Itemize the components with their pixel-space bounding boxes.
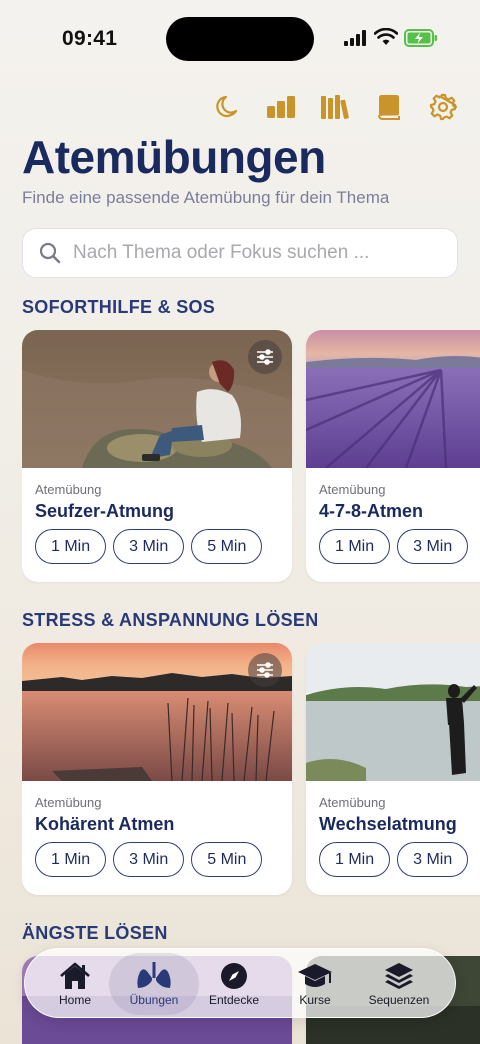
filter-button[interactable] bbox=[248, 340, 282, 374]
battery-charging-icon bbox=[404, 29, 437, 47]
dynamic-island bbox=[166, 17, 314, 61]
card-image-woman-on-rock bbox=[22, 330, 292, 468]
section-title-stress: STRESS & ANSPANNUNG LÖSEN bbox=[22, 610, 319, 630]
search-input[interactable] bbox=[73, 242, 433, 264]
lungs-icon bbox=[137, 961, 171, 988]
tab-label: Home bbox=[58, 992, 91, 1007]
duration-options: 1 Min 3 Min 5 Min bbox=[35, 529, 263, 564]
wifi-icon bbox=[374, 28, 398, 45]
duration-chip-5-min[interactable]: 5 Min bbox=[191, 842, 263, 877]
card-type-label: Atemübung bbox=[35, 795, 102, 810]
duration-chip-5-min[interactable]: 5 Min bbox=[191, 529, 263, 564]
card-title: Kohärent Atmen bbox=[35, 814, 175, 834]
cellular-signal-icon bbox=[344, 30, 366, 46]
filter-button[interactable] bbox=[248, 653, 282, 687]
duration-options: 1 Min 3 Min bbox=[319, 842, 469, 877]
tab-sequenzen[interactable]: Sequenzen bbox=[357, 953, 441, 1015]
duration-chip-1-min[interactable]: 1 Min bbox=[319, 529, 391, 564]
tab-label: Übungen bbox=[129, 992, 179, 1007]
status-bar: 09:41 bbox=[0, 0, 480, 78]
gear-icon[interactable] bbox=[428, 92, 458, 122]
home-icon bbox=[60, 962, 90, 989]
tab-label: Sequenzen bbox=[368, 992, 430, 1007]
card-row-soforthilfe[interactable]: Atemübung Seufzer-Atmung 1 Min 3 Min 5 M… bbox=[22, 330, 480, 584]
duration-chip-1-min[interactable]: 1 Min bbox=[35, 529, 107, 564]
duration-options: 1 Min 3 Min bbox=[319, 529, 469, 564]
layers-icon bbox=[385, 962, 413, 989]
book-icon[interactable] bbox=[374, 92, 404, 122]
tab-home[interactable]: Home bbox=[43, 953, 107, 1015]
sliders-icon bbox=[257, 349, 273, 365]
duration-options: 1 Min 3 Min 5 Min bbox=[35, 842, 263, 877]
compass-icon bbox=[221, 962, 247, 989]
card-image-lavender-field bbox=[306, 330, 480, 468]
section-title-soforthilfe: SOFORTHILFE & SOS bbox=[22, 297, 216, 317]
tab-label: Kurse bbox=[299, 992, 331, 1007]
bottom-tab-bar: Home Übungen Entdecke Kurse Sequenzen bbox=[24, 948, 456, 1018]
card-title: Wechselatmung bbox=[319, 814, 457, 834]
top-toolbar bbox=[212, 92, 458, 122]
card-type-label: Atemübung bbox=[319, 795, 386, 810]
card-title: Seufzer-Atmung bbox=[35, 501, 174, 521]
duration-chip-1-min[interactable]: 1 Min bbox=[319, 842, 391, 877]
tab-entdecke[interactable]: Entdecke bbox=[201, 953, 267, 1015]
library-books-icon[interactable] bbox=[320, 92, 350, 122]
exercise-card[interactable]: Atemübung Wechselatmung 1 Min 3 Min bbox=[306, 643, 480, 895]
card-image-lake-yoga bbox=[306, 643, 480, 781]
moon-icon[interactable] bbox=[212, 92, 242, 122]
search-bar[interactable] bbox=[22, 228, 458, 278]
graduation-cap-icon bbox=[298, 963, 332, 987]
card-type-label: Atemübung bbox=[35, 482, 102, 497]
duration-chip-3-min[interactable]: 3 Min bbox=[113, 529, 185, 564]
exercise-card[interactable]: Atemübung 4-7-8-Atmen 1 Min 3 Min bbox=[306, 330, 480, 582]
card-image-sunset-lake bbox=[22, 643, 292, 781]
stats-bars-icon[interactable] bbox=[266, 92, 296, 122]
section-title-aengste: ÄNGSTE LÖSEN bbox=[22, 923, 168, 943]
search-icon bbox=[39, 242, 61, 264]
duration-chip-1-min[interactable]: 1 Min bbox=[35, 842, 107, 877]
card-row-stress[interactable]: Atemübung Kohärent Atmen 1 Min 3 Min 5 M… bbox=[22, 643, 480, 897]
card-title: 4-7-8-Atmen bbox=[319, 501, 424, 521]
page-title: Atemübungen bbox=[22, 131, 326, 183]
tab-label: Entdecke bbox=[208, 992, 260, 1007]
sliders-icon bbox=[257, 662, 273, 678]
card-type-label: Atemübung bbox=[319, 482, 386, 497]
exercise-card[interactable]: Atemübung Kohärent Atmen 1 Min 3 Min 5 M… bbox=[22, 643, 292, 895]
duration-chip-3-min[interactable]: 3 Min bbox=[397, 842, 469, 877]
status-time: 09:41 bbox=[62, 27, 118, 50]
exercise-card[interactable]: Atemübung Seufzer-Atmung 1 Min 3 Min 5 M… bbox=[22, 330, 292, 582]
page-subtitle: Finde eine passende Atemübung für dein T… bbox=[22, 188, 390, 207]
tab-uebungen[interactable]: Übungen bbox=[109, 953, 199, 1015]
tab-kurse[interactable]: Kurse bbox=[283, 953, 347, 1015]
duration-chip-3-min[interactable]: 3 Min bbox=[113, 842, 185, 877]
duration-chip-3-min[interactable]: 3 Min bbox=[397, 529, 469, 564]
